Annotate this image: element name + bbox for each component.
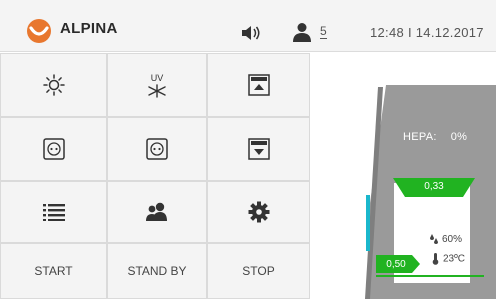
sash-down-icon — [247, 138, 270, 160]
hepa-status: HEPA: 0% — [403, 131, 467, 143]
speaker-icon[interactable] — [241, 25, 261, 41]
sash-up-icon — [247, 74, 270, 96]
humidity-icon — [430, 234, 438, 244]
inflow-value: 0,33 — [424, 181, 444, 192]
uv-lamp-icon: UV — [148, 73, 166, 98]
user-count: 5 — [320, 24, 327, 39]
socket-button-1[interactable] — [0, 117, 107, 181]
menu-list-button[interactable] — [0, 181, 107, 243]
socket-icon — [42, 138, 65, 160]
list-icon — [42, 204, 65, 221]
socket-button-2[interactable] — [107, 117, 207, 181]
standby-label: STAND BY — [127, 264, 187, 278]
downflow-value: 0,50 — [386, 259, 406, 270]
standby-button[interactable]: STAND BY — [107, 243, 207, 299]
top-bar: ALPINA 5 12:48 I 14.12.2017 — [0, 0, 496, 52]
sash-up-button[interactable] — [207, 53, 310, 117]
stop-button[interactable]: STOP — [207, 243, 310, 299]
humidity-readout: 60% — [429, 234, 462, 245]
light-icon — [42, 74, 65, 96]
user-icon — [293, 23, 311, 42]
user-button[interactable]: 5 — [293, 22, 337, 44]
uv-lamp-button[interactable]: UV — [107, 53, 207, 117]
brand-name: ALPINA — [60, 20, 118, 37]
sash-down-button[interactable] — [207, 117, 310, 181]
gear-icon — [248, 201, 269, 223]
humidity-value: 60% — [442, 234, 463, 246]
start-button[interactable]: START — [0, 243, 107, 299]
settings-button[interactable] — [207, 181, 310, 243]
socket-icon — [146, 138, 168, 160]
downflow-bar — [376, 275, 484, 277]
users-button[interactable] — [107, 181, 207, 243]
hepa-label: HEPA: — [403, 131, 437, 143]
airflow-indicator — [366, 195, 370, 251]
users-icon — [146, 202, 167, 221]
date-time: 12:48 I 14.12.2017 — [370, 25, 484, 40]
hepa-value: 0% — [450, 131, 468, 143]
stop-label: STOP — [242, 264, 275, 278]
control-grid: UV START STAND BY STOP — [0, 53, 312, 299]
thermometer-icon — [432, 253, 439, 265]
start-label: START — [34, 264, 73, 278]
alpina-logo-icon — [27, 19, 51, 43]
temperature-value: 23ºC — [443, 253, 465, 265]
uv-label: UV — [151, 73, 164, 83]
light-button[interactable] — [0, 53, 107, 117]
temperature-readout: 23ºC — [431, 253, 465, 265]
